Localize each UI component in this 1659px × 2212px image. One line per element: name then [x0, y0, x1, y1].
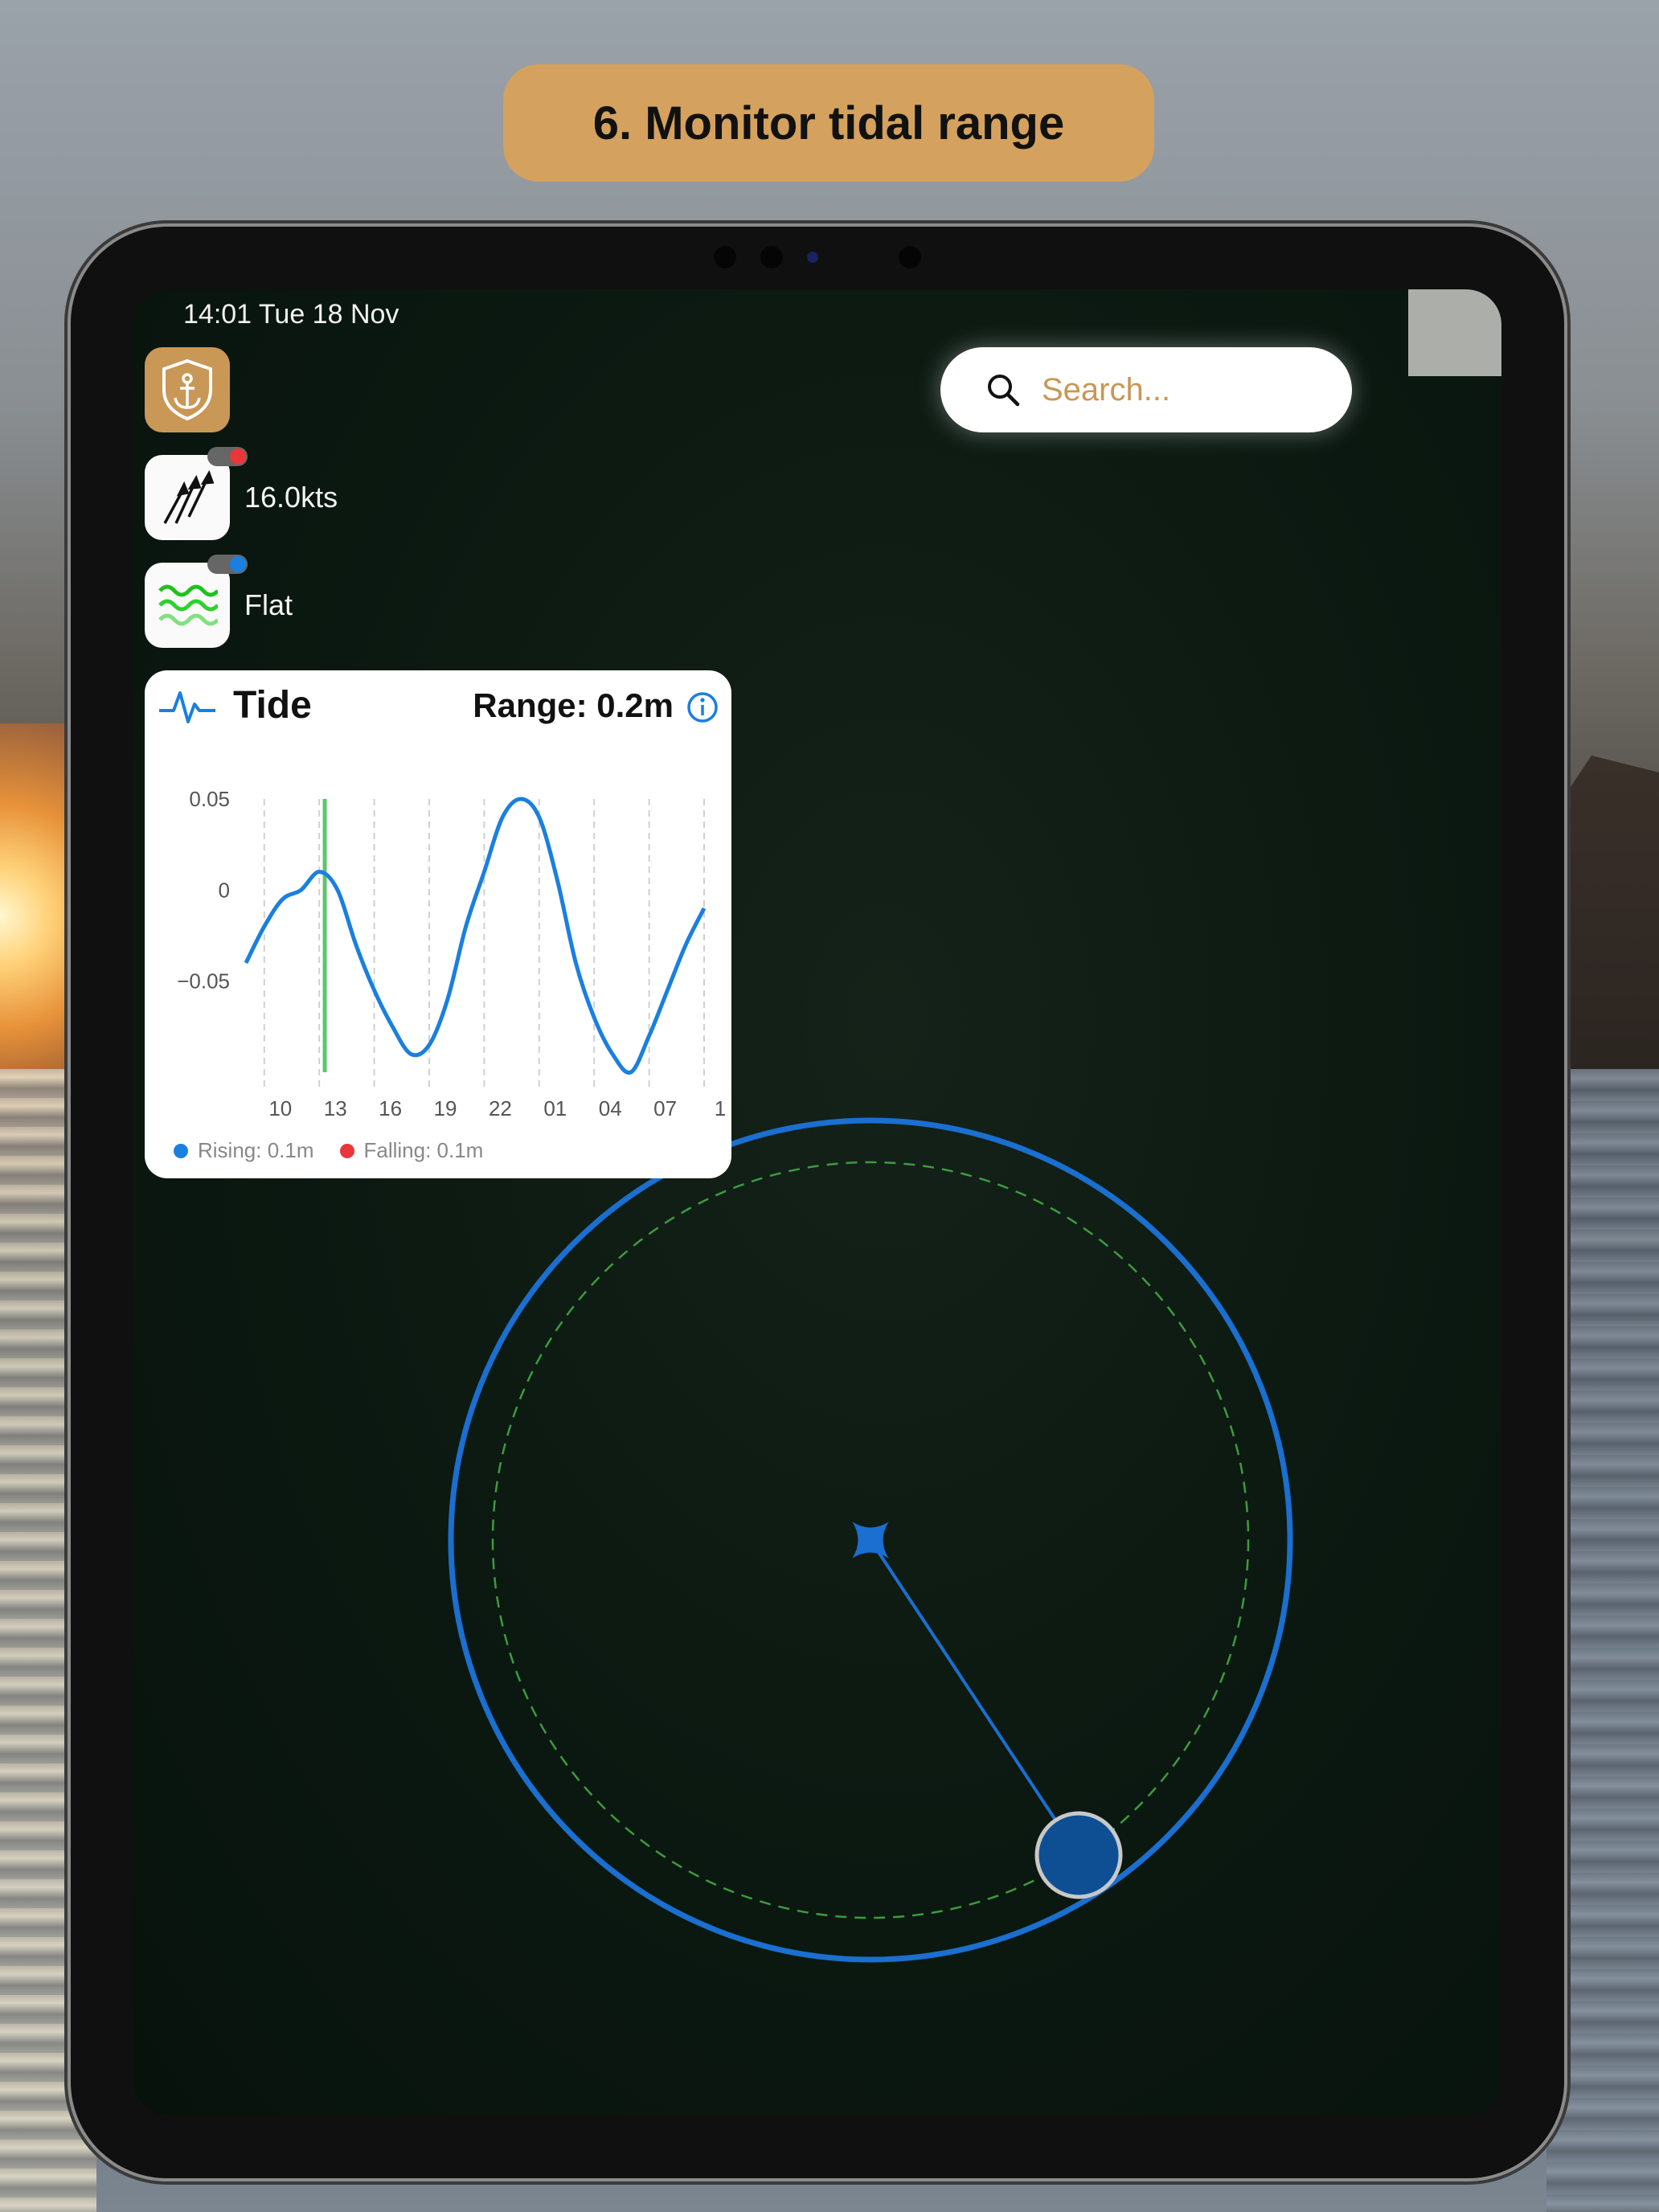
tide-card[interactable]: Tide Range: 0.2m 10 13 16 19 22 01 04 07 1 0.05 0 −…	[145, 670, 731, 1178]
legend-falling: Falling: 0.1m	[363, 1138, 484, 1162]
camera-dot	[807, 252, 818, 263]
y-tick-label: 0.05	[189, 787, 230, 811]
toggle-knob	[230, 556, 246, 572]
search-icon	[988, 375, 1020, 407]
waves-icon	[158, 584, 218, 626]
feature-banner: 6. Monitor tidal range	[503, 64, 1154, 182]
x-tick-label: 19	[434, 1096, 457, 1120]
x-tick-label: 04	[599, 1096, 622, 1120]
tide-legend: Rising: 0.1m Falling: 0.1m	[174, 1138, 483, 1163]
y-tick-label: 0	[219, 878, 230, 902]
toggle-knob	[230, 449, 246, 465]
info-icon[interactable]	[686, 691, 719, 723]
wind-alert-toggle[interactable]	[207, 447, 248, 466]
tide-range: Range: 0.2m	[473, 686, 674, 724]
waves-button[interactable]	[145, 563, 230, 648]
tablet-frame: 14:01 Tue 18 Nov 16.0kts Flat Search... …	[71, 227, 1564, 2178]
anchor-star-icon[interactable]	[834, 1504, 907, 1577]
status-time-date: 14:01 Tue 18 Nov	[183, 299, 399, 330]
legend-rising: Rising: 0.1m	[198, 1138, 314, 1162]
x-tick-label: 13	[324, 1096, 347, 1120]
anchor-alarm-button[interactable]	[145, 347, 230, 432]
legend-falling-dot	[339, 1143, 354, 1158]
search-input[interactable]	[1040, 371, 1333, 409]
anchor-shield-icon	[162, 358, 212, 421]
x-tick-label: 1	[715, 1096, 726, 1120]
wind-button[interactable]	[145, 455, 230, 540]
y-tick-label: −0.05	[177, 969, 230, 993]
tide-series-line	[244, 797, 707, 1075]
sea-state-label: Flat	[244, 588, 293, 621]
camera-dot	[899, 246, 921, 268]
search-bar[interactable]	[940, 347, 1352, 432]
tide-title: Tide	[233, 684, 312, 727]
x-tick-label: 16	[379, 1096, 402, 1120]
wind-speed-label: 16.0kts	[244, 481, 338, 514]
app-screen: 14:01 Tue 18 Nov 16.0kts Flat Search... …	[133, 289, 1501, 2116]
x-tick-label: 01	[543, 1096, 567, 1120]
anchor-rode-line	[869, 1538, 1080, 1857]
camera-dot	[760, 246, 783, 268]
legend-rising-dot	[174, 1143, 188, 1158]
x-tick-label: 22	[489, 1096, 512, 1120]
wind-arrows-icon	[163, 469, 215, 524]
anchor-map[interactable]	[133, 289, 1501, 2116]
tide-chart: 10 13 16 19 22 01 04 07 1 0.05 0 −0.05	[177, 787, 726, 1120]
waves-alert-toggle[interactable]	[207, 555, 248, 574]
camera-dot	[714, 246, 736, 268]
boat-position-icon[interactable]	[1034, 1811, 1123, 1899]
tide-wave-icon	[159, 691, 215, 723]
x-tick-label: 07	[653, 1096, 677, 1120]
x-tick-label: 10	[268, 1096, 292, 1120]
banner-title: 6. Monitor tidal range	[592, 96, 1065, 150]
map-structure	[1408, 289, 1501, 376]
